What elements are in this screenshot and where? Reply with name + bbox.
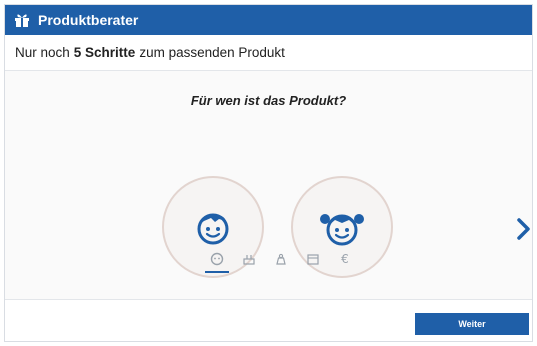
step-weight-icon[interactable] bbox=[270, 248, 292, 270]
boy-face-icon bbox=[197, 213, 229, 245]
header-bar: Produktberater bbox=[5, 5, 532, 35]
header-title: Produktberater bbox=[38, 12, 139, 28]
weiter-button[interactable]: Weiter bbox=[415, 313, 529, 335]
girl-face-icon bbox=[320, 214, 364, 246]
steps-suffix: zum passenden Produkt bbox=[139, 45, 285, 60]
footer-bar: Weiter bbox=[5, 299, 532, 341]
steps-prefix: Nur noch bbox=[15, 45, 70, 60]
step-euro-icon[interactable]: € bbox=[334, 248, 356, 270]
active-step-indicator bbox=[205, 271, 229, 273]
question-title: Für wen ist das Produkt? bbox=[190, 93, 347, 108]
steps-count: 5 Schritte bbox=[73, 45, 136, 60]
step-navigation: € bbox=[201, 247, 361, 273]
product-advisor-widget: Produktberater Nur noch 5 Schritte zum p… bbox=[4, 4, 533, 342]
step-calendar-icon[interactable] bbox=[302, 248, 324, 270]
gift-icon bbox=[15, 14, 29, 27]
step-face-icon[interactable] bbox=[206, 248, 228, 270]
step-age-icon[interactable] bbox=[238, 248, 260, 270]
euro-symbol: € bbox=[341, 252, 349, 266]
steps-remaining-bar: Nur noch 5 Schritte zum passenden Produk… bbox=[5, 35, 532, 71]
next-arrow-icon[interactable] bbox=[515, 217, 531, 241]
